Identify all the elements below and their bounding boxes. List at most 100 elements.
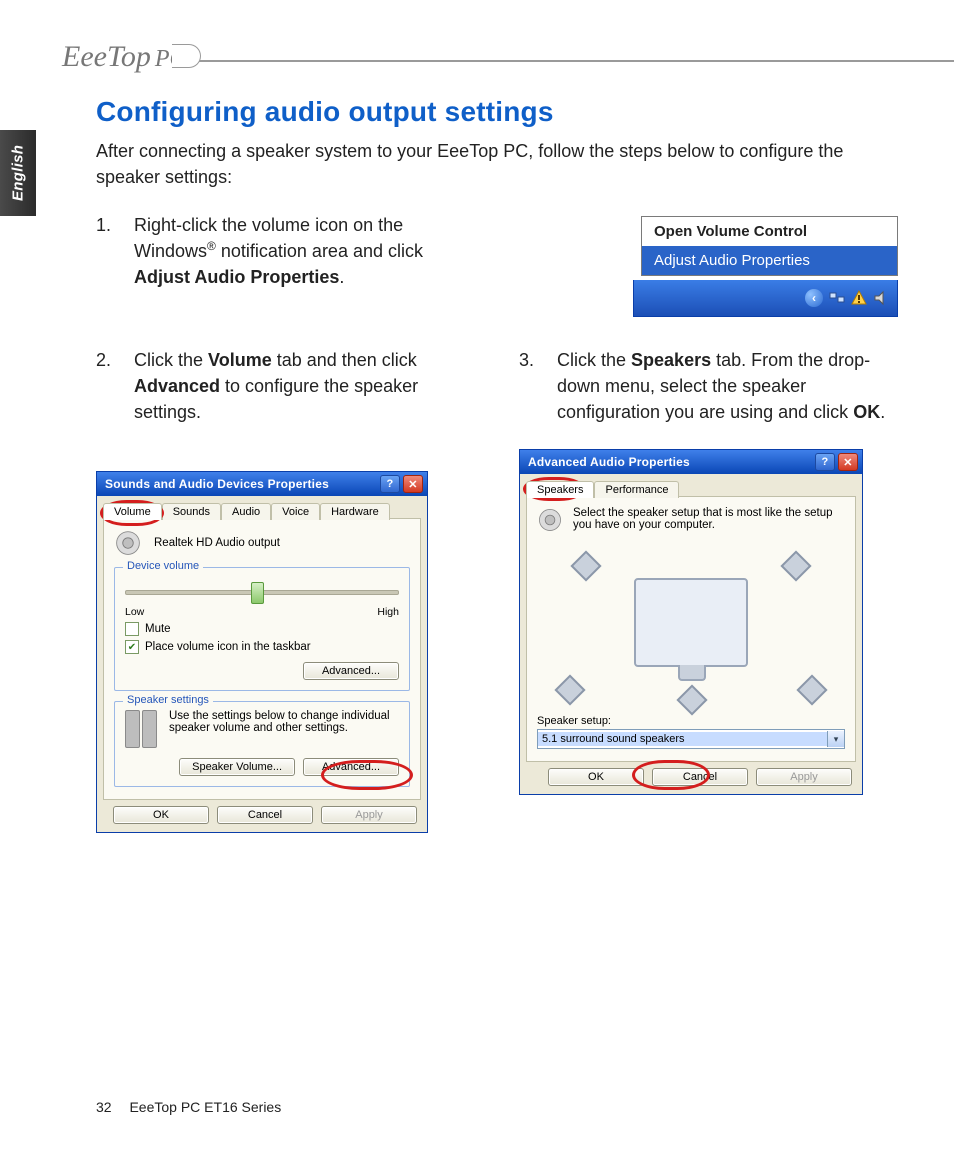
speaker-device-icon: [114, 529, 142, 557]
checkbox-box: [125, 622, 139, 636]
step1-bold: Adjust Audio Properties: [134, 267, 339, 287]
dialog-tabs: Speakers Performance: [526, 480, 856, 497]
language-tab: English: [0, 130, 36, 216]
speaker-setup-illustration: [537, 537, 845, 707]
dialog-title: Sounds and Audio Devices Properties: [105, 477, 329, 491]
dialog-tabs: Volume Sounds Audio Voice Hardware: [103, 502, 421, 519]
step1-c: .: [339, 267, 344, 287]
tab-speakers[interactable]: Speakers: [526, 481, 594, 498]
tab-voice[interactable]: Voice: [271, 503, 320, 520]
speaker-setup-dropdown[interactable]: 5.1 surround sound speakers ▾: [537, 729, 845, 749]
tray-warning-icon[interactable]: [851, 290, 867, 306]
cancel-button[interactable]: Cancel: [652, 768, 748, 786]
speaker-cube-icon: [554, 675, 585, 706]
dialog-footer: OK Cancel Apply: [103, 800, 421, 826]
language-label: English: [10, 145, 27, 201]
s3a: Click the: [557, 350, 631, 370]
tab-audio[interactable]: Audio: [221, 503, 271, 520]
tray-network-icon[interactable]: [829, 290, 845, 306]
brand-name: EeeTop: [62, 40, 151, 73]
brand-rule-cap: [172, 44, 201, 68]
speaker-cube-icon: [570, 551, 601, 582]
dialog-title: Advanced Audio Properties: [528, 455, 690, 469]
dropdown-value: 5.1 surround sound speakers: [538, 732, 827, 746]
tab-label: Hardware: [331, 506, 379, 518]
step-number: 1.: [96, 212, 116, 290]
apply-button[interactable]: Apply: [756, 768, 852, 786]
group-legend: Device volume: [123, 560, 203, 572]
ok-button[interactable]: OK: [113, 806, 209, 824]
step1-b: notification area and click: [216, 241, 423, 261]
ok-button[interactable]: OK: [548, 768, 644, 786]
apply-button[interactable]: Apply: [321, 806, 417, 824]
context-menu: Open Volume Control Adjust Audio Propert…: [641, 216, 898, 276]
step-3: 3. Click the Speakers tab. From the drop…: [519, 347, 898, 425]
monitor-icon: [634, 578, 748, 667]
doc-title: EeeTop PC ET16 Series: [129, 1099, 281, 1115]
step-1-text: Right-click the volume icon on the Windo…: [134, 212, 475, 290]
speaker-instruction: Select the speaker setup that is most li…: [573, 507, 845, 533]
tab-label: Volume: [114, 506, 151, 518]
tab-label: Performance: [605, 484, 668, 496]
tab-label: Speakers: [537, 484, 583, 496]
chevron-down-icon: ▾: [827, 731, 844, 747]
tab-label: Audio: [232, 506, 260, 518]
place-icon-checkbox[interactable]: ✔ Place volume icon in the taskbar: [125, 640, 399, 654]
speaker-device-icon: [537, 507, 563, 533]
s2c: tab and then click: [272, 350, 417, 370]
tab-panel: Select the speaker setup that is most li…: [526, 496, 856, 762]
registered-mark: ®: [207, 239, 216, 253]
step-number: 3.: [519, 347, 539, 425]
menu-open-volume-control[interactable]: Open Volume Control: [642, 217, 897, 246]
mute-checkbox[interactable]: Mute: [125, 622, 399, 636]
step-3-text: Click the Speakers tab. From the drop-do…: [557, 347, 898, 425]
tab-label: Voice: [282, 506, 309, 518]
device-volume-group: Device volume Low High Mute: [114, 567, 410, 691]
taskbar-snippet: ‹: [633, 280, 898, 317]
s2b2: Advanced: [134, 376, 220, 396]
dialog-titlebar[interactable]: Advanced Audio Properties ? ✕: [520, 450, 862, 474]
s3b2: OK: [853, 402, 880, 422]
s2a: Click the: [134, 350, 208, 370]
page-footer: 32 EeeTop PC ET16 Series: [96, 1099, 281, 1115]
menu-adjust-audio-properties[interactable]: Adjust Audio Properties: [642, 246, 897, 275]
tab-panel: Realtek HD Audio output Device volume Lo…: [103, 518, 421, 800]
titlebar-close-button[interactable]: ✕: [403, 475, 423, 493]
menu-item-label: Adjust Audio Properties: [654, 252, 810, 269]
tray-expand-icon[interactable]: ‹: [805, 289, 823, 307]
checkbox-box: ✔: [125, 640, 139, 654]
step-2: 2. Click the Volume tab and then click A…: [96, 347, 475, 425]
volume-slider[interactable]: [125, 580, 399, 604]
place-icon-label: Place volume icon in the taskbar: [145, 641, 311, 653]
dialog-footer: OK Cancel Apply: [526, 762, 856, 788]
speaker-settings-group: Speaker settings Use the settings below …: [114, 701, 410, 787]
speakers-icon: [125, 710, 159, 750]
speaker-cube-icon: [676, 685, 707, 716]
titlebar-help-button[interactable]: ?: [815, 453, 835, 471]
tab-volume[interactable]: Volume: [103, 503, 162, 520]
tray-volume-icon[interactable]: [873, 290, 889, 306]
device-advanced-button[interactable]: Advanced...: [303, 662, 399, 680]
speaker-advanced-button[interactable]: Advanced...: [303, 758, 399, 776]
step-number: 2.: [96, 347, 116, 425]
tab-hardware[interactable]: Hardware: [320, 503, 390, 520]
step-1: 1. Right-click the volume icon on the Wi…: [96, 212, 475, 290]
s2b1: Volume: [208, 350, 272, 370]
titlebar-help-button[interactable]: ?: [380, 475, 400, 493]
speaker-volume-button[interactable]: Speaker Volume...: [179, 758, 295, 776]
titlebar-close-button[interactable]: ✕: [838, 453, 858, 471]
intro-text: After connecting a speaker system to you…: [96, 138, 898, 190]
advanced-audio-dialog: Advanced Audio Properties ? ✕ Speakers P…: [519, 449, 863, 795]
tab-sounds[interactable]: Sounds: [162, 503, 221, 520]
speaker-cube-icon: [780, 551, 811, 582]
sounds-audio-dialog: Sounds and Audio Devices Properties ? ✕ …: [96, 471, 428, 833]
dialog-titlebar[interactable]: Sounds and Audio Devices Properties ? ✕: [97, 472, 427, 496]
s3c: .: [880, 402, 885, 422]
tab-performance[interactable]: Performance: [594, 481, 679, 498]
brand-header: EeeTopPC: [0, 40, 954, 62]
cancel-button[interactable]: Cancel: [217, 806, 313, 824]
brand-rule: [192, 60, 954, 62]
menu-item-label: Open Volume Control: [654, 223, 807, 240]
speaker-setup-label: Speaker setup:: [537, 715, 845, 727]
page-heading: Configuring audio output settings: [96, 96, 898, 128]
